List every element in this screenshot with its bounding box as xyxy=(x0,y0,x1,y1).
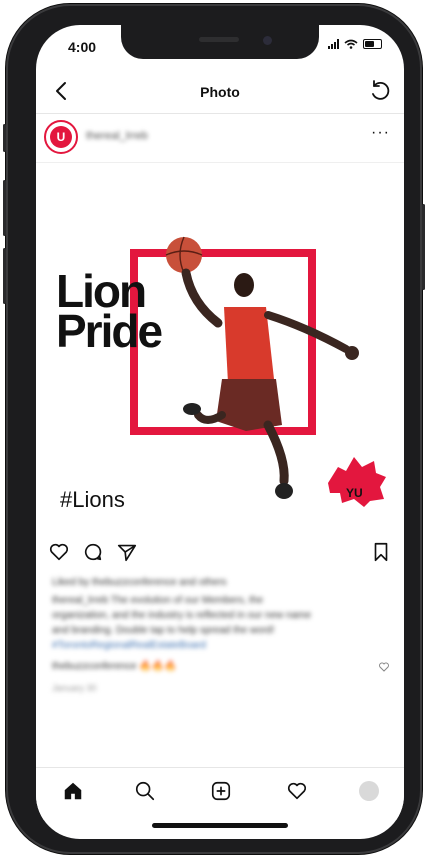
home-indicator[interactable] xyxy=(152,823,288,828)
status-time: 4:00 xyxy=(68,39,97,55)
more-options-button[interactable]: ··· xyxy=(371,124,390,142)
phone-frame: 4:00 Photo U thereal_lrreb ··· Lion Prid… xyxy=(3,4,425,854)
speaker xyxy=(199,37,239,42)
tab-add[interactable] xyxy=(208,778,234,804)
home-icon xyxy=(64,782,82,800)
caption-tags[interactable]: #TorontoRegionalRealEstateBoard xyxy=(52,640,206,651)
power-button xyxy=(422,204,425,290)
comment-heart-icon[interactable] xyxy=(378,661,390,673)
comment-icon[interactable] xyxy=(82,541,104,563)
avatar[interactable]: U xyxy=(44,120,78,154)
tab-profile[interactable] xyxy=(356,778,382,804)
caption-line-1: thereal_lrreb The evolution of our Membe… xyxy=(52,595,264,606)
volume-up-button xyxy=(3,180,6,236)
post-actions xyxy=(36,537,404,567)
post-date: January 30 xyxy=(52,683,97,693)
notch xyxy=(121,25,319,59)
wifi-icon xyxy=(344,39,358,49)
volume-down-button xyxy=(3,248,6,304)
tab-home[interactable] xyxy=(60,778,86,804)
tab-activity[interactable] xyxy=(284,778,310,804)
caption-line-2: organization, and the industry is reflec… xyxy=(52,610,312,621)
tab-search[interactable] xyxy=(132,778,158,804)
battery-icon xyxy=(363,39,382,49)
phone-screen: 4:00 Photo U thereal_lrreb ··· Lion Prid… xyxy=(36,25,404,839)
bookmark-icon[interactable] xyxy=(370,541,392,563)
share-icon[interactable] xyxy=(116,541,138,563)
add-icon xyxy=(211,781,231,801)
status-icons xyxy=(328,39,382,49)
mute-switch xyxy=(3,124,6,152)
post-username[interactable]: thereal_lrreb xyxy=(86,130,148,142)
nav-bar: Photo xyxy=(36,73,404,114)
front-camera xyxy=(263,36,272,45)
lion-logo: YU xyxy=(328,457,386,507)
heart-icon[interactable] xyxy=(48,541,70,563)
hashtag-text: #Lions xyxy=(60,487,125,512)
comment-text: thebuzzconference 🔥🔥🔥 xyxy=(52,661,177,672)
page-title: Photo xyxy=(200,84,240,100)
refresh-icon[interactable] xyxy=(368,79,392,103)
tab-bar xyxy=(36,767,404,820)
post-header: U thereal_lrreb ··· xyxy=(36,114,404,163)
avatar-letter: U xyxy=(50,126,72,148)
post-image[interactable]: Lion Pride #Lions YU xyxy=(36,163,404,535)
activity-icon xyxy=(287,782,307,800)
liked-by-text[interactable]: Liked by thebuzzconference and others xyxy=(52,577,227,588)
signal-icon xyxy=(328,39,339,49)
caption-line-3: and branding. Double tap to help spread … xyxy=(52,625,275,636)
search-icon xyxy=(135,781,155,801)
profile-icon xyxy=(359,781,379,801)
logo-text: YU xyxy=(346,486,363,500)
